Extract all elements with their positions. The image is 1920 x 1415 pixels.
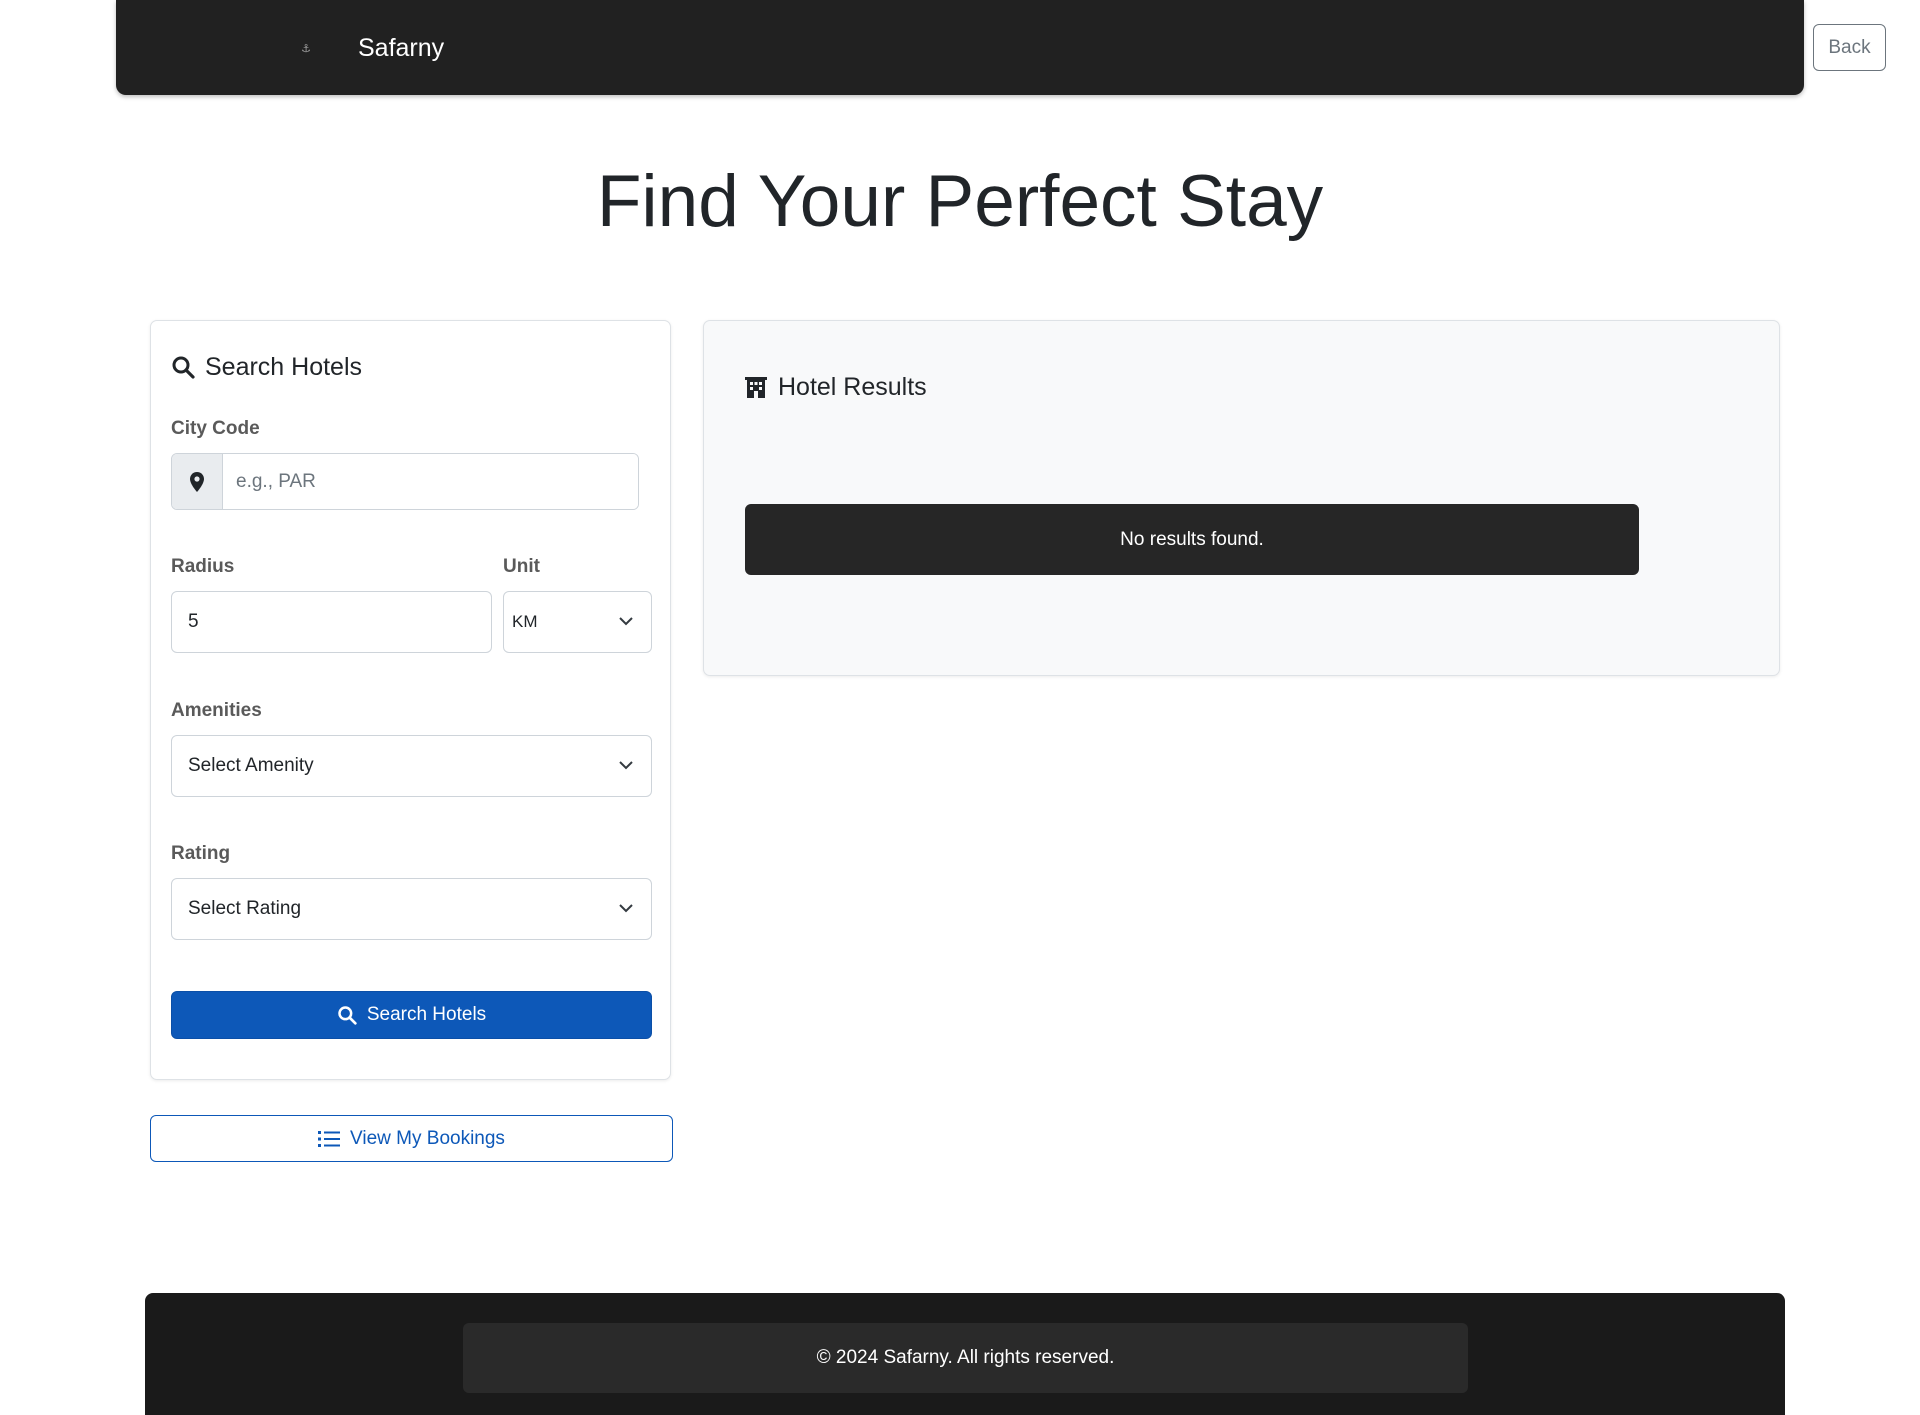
rating-select-value: Select Rating xyxy=(188,898,302,919)
amenities-select[interactable]: Select Amenity xyxy=(171,735,652,797)
map-pin-icon xyxy=(172,454,223,509)
radius-input[interactable] xyxy=(171,591,492,653)
search-icon xyxy=(338,1006,357,1025)
amenities-label: Amenities xyxy=(171,700,262,721)
unit-select-value: KM xyxy=(512,612,538,631)
city-code-input[interactable] xyxy=(223,454,638,509)
chevron-down-icon xyxy=(619,904,633,913)
chevron-down-icon xyxy=(619,617,633,626)
city-code-input-group xyxy=(171,453,639,510)
unit-select[interactable]: KM xyxy=(503,591,652,653)
amenities-select-value: Select Amenity xyxy=(188,755,314,776)
search-hotels-button[interactable]: Search Hotels xyxy=(171,991,652,1039)
rating-select[interactable]: Select Rating xyxy=(171,878,652,940)
search-card-title-text: Search Hotels xyxy=(205,353,363,381)
search-hotels-card: Search Hotels City Code Radius Unit KM A… xyxy=(150,320,671,1080)
page-title: Find Your Perfect Stay xyxy=(596,161,1324,242)
view-my-bookings-button[interactable]: View My Bookings xyxy=(150,1115,673,1162)
results-title-text: Hotel Results xyxy=(778,373,927,401)
search-card-title: Search Hotels xyxy=(171,351,362,383)
list-icon xyxy=(318,1130,341,1147)
search-hotels-button-label: Search Hotels xyxy=(366,1004,487,1025)
brand-name[interactable]: Safarny xyxy=(358,32,444,64)
radius-label: Radius xyxy=(171,556,235,577)
brand-logo-icon[interactable]: ⚓ xyxy=(299,42,313,56)
city-code-label: City Code xyxy=(171,418,260,439)
hotel-results-card: Hotel Results No results found. xyxy=(703,320,1780,676)
search-icon xyxy=(172,356,195,379)
view-my-bookings-label: View My Bookings xyxy=(350,1127,505,1149)
footer-copyright: © 2024 Safarny. All rights reserved. xyxy=(463,1323,1468,1393)
building-icon xyxy=(745,377,767,398)
results-title: Hotel Results xyxy=(744,371,927,403)
back-button[interactable]: Back xyxy=(1813,24,1886,71)
page-footer: © 2024 Safarny. All rights reserved. xyxy=(145,1293,1785,1415)
top-navbar: ⚓ Safarny Back xyxy=(116,0,1886,95)
unit-label: Unit xyxy=(503,556,540,577)
rating-label: Rating xyxy=(171,843,231,864)
chevron-down-icon xyxy=(619,761,633,770)
no-results-alert: No results found. xyxy=(745,504,1639,575)
